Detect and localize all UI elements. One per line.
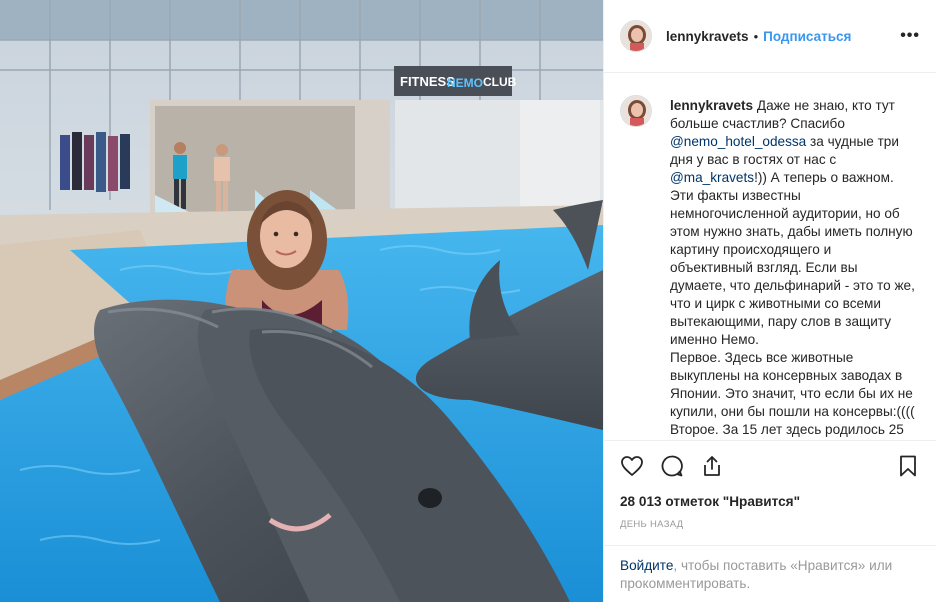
post-photo[interactable]: FITNESS NEMO CLUB — [0, 0, 603, 602]
author-username[interactable]: lennykravets — [666, 29, 749, 44]
sign-brand-text: NEMO — [447, 76, 483, 90]
post-side-panel: lennykravets • Подписаться ••• lennykrav… — [603, 0, 936, 602]
login-prompt: Войдите, чтобы поставить «Нравится» или … — [604, 545, 936, 602]
follow-button[interactable]: Подписаться — [763, 29, 851, 44]
more-options-icon[interactable]: ••• — [900, 27, 920, 45]
share-icon[interactable] — [700, 454, 724, 478]
dolphin-pool-photo: FITNESS NEMO CLUB — [0, 0, 603, 602]
caption-text: lennykravets Даже не знаю, кто тут больш… — [670, 97, 916, 439]
heart-icon[interactable] — [620, 454, 644, 478]
bookmark-icon[interactable] — [896, 454, 920, 478]
post-actions: 28 013 отметок "Нравится" ДЕНЬ НАЗАД — [604, 440, 936, 545]
caption-avatar[interactable] — [620, 95, 652, 127]
header-separator: • — [753, 28, 759, 44]
instagram-post: FITNESS NEMO CLUB lennykravets • Подписа… — [0, 0, 936, 602]
mention-link-2[interactable]: @ma_kravets — [670, 170, 754, 185]
caption-comment: lennykravets Даже не знаю, кто тут больш… — [620, 95, 920, 439]
sign-club-text: CLUB — [483, 75, 517, 89]
comments-section[interactable]: lennykravets Даже не знаю, кто тут больш… — [604, 73, 936, 440]
comment-icon[interactable] — [660, 454, 684, 478]
avatar-image — [621, 21, 651, 51]
caption-username[interactable]: lennykravets — [670, 98, 753, 113]
likes-count[interactable]: 28 013 отметок "Нравится" — [620, 494, 920, 509]
caption-part-3: !)) А теперь о важном. Эти факты известн… — [670, 170, 915, 437]
mention-link-1[interactable]: @nemo_hotel_odessa — [670, 134, 806, 149]
author-avatar[interactable] — [620, 20, 652, 52]
post-timestamp[interactable]: ДЕНЬ НАЗАД — [620, 519, 920, 530]
avatar-image — [621, 96, 651, 126]
post-header: lennykravets • Подписаться ••• — [604, 0, 936, 73]
login-link[interactable]: Войдите — [620, 558, 673, 573]
action-row — [620, 444, 920, 488]
